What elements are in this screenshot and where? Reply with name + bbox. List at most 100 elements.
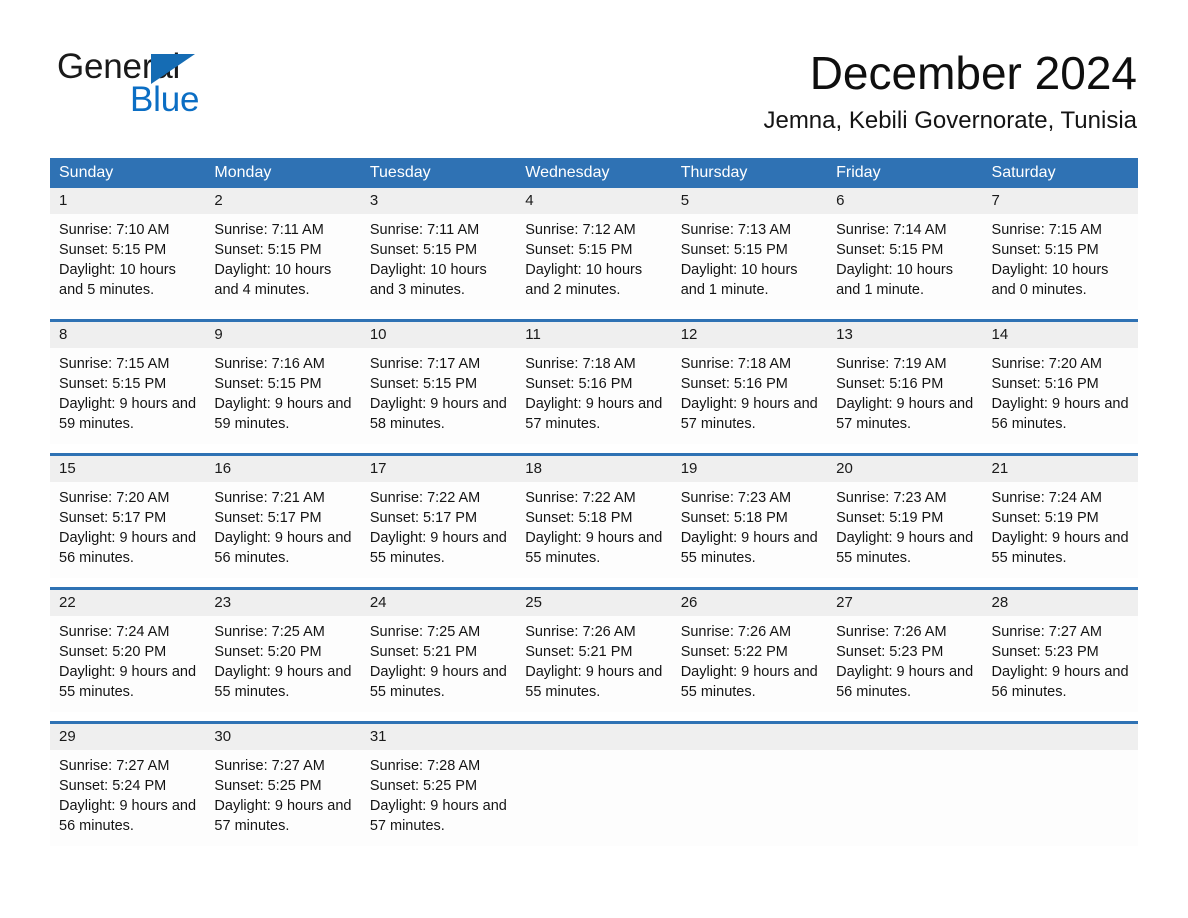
day-number[interactable]: 20 xyxy=(827,456,982,482)
sunrise-text: Sunrise: 7:16 AM xyxy=(214,356,325,372)
day-number[interactable]: 5 xyxy=(672,188,827,214)
sunrise-text: Sunrise: 7:24 AM xyxy=(59,624,170,640)
day-cell[interactable]: Sunrise: 7:24 AM Sunset: 5:19 PM Daylight:… xyxy=(983,482,1138,578)
day-number[interactable]: 29 xyxy=(50,724,205,750)
sunrise-text: Sunrise: 7:15 AM xyxy=(59,356,170,372)
day-number[interactable]: 12 xyxy=(672,322,827,348)
day-cell[interactable]: Sunrise: 7:23 AM Sunset: 5:18 PM Daylight:… xyxy=(672,482,827,578)
daylight-text: Daylight: 9 hours and 55 minutes. xyxy=(525,664,663,700)
sunrise-text: Sunrise: 7:12 AM xyxy=(525,222,636,238)
day-cell[interactable]: Sunrise: 7:25 AM Sunset: 5:21 PM Daylight:… xyxy=(361,616,516,712)
daylight-text: Daylight: 9 hours and 56 minutes. xyxy=(214,530,352,566)
day-cell[interactable]: Sunrise: 7:26 AM Sunset: 5:21 PM Daylight:… xyxy=(516,616,671,712)
weekday-header-friday: Friday xyxy=(836,164,881,181)
daylight-text: Daylight: 9 hours and 57 minutes. xyxy=(525,396,663,432)
day-detail-strip: Sunrise: 7:15 AM Sunset: 5:15 PM Daylight:… xyxy=(50,348,1138,444)
sunset-text: Sunset: 5:15 PM xyxy=(59,242,167,258)
day-number[interactable]: 15 xyxy=(50,456,205,482)
sunrise-text: Sunrise: 7:27 AM xyxy=(991,624,1102,640)
sunset-text: Sunset: 5:17 PM xyxy=(59,510,167,526)
day-number[interactable]: 2 xyxy=(205,188,360,214)
sunrise-text: Sunrise: 7:25 AM xyxy=(214,624,325,640)
day-cell[interactable]: Sunrise: 7:27 AM Sunset: 5:23 PM Daylight:… xyxy=(983,616,1138,712)
daylight-text: Daylight: 9 hours and 56 minutes. xyxy=(991,396,1129,432)
day-cell[interactable]: Sunrise: 7:26 AM Sunset: 5:23 PM Daylight:… xyxy=(827,616,982,712)
daylight-text: Daylight: 10 hours and 1 minute. xyxy=(836,262,953,298)
sunrise-text: Sunrise: 7:22 AM xyxy=(369,490,481,506)
daylight-text: Daylight: 9 hours and 55 minutes. xyxy=(369,530,507,566)
day-cell[interactable]: Sunrise: 7:27 AM Sunset: 5:24 PM Daylight:… xyxy=(50,750,205,846)
day-cell[interactable]: Sunrise: 7:26 AM Sunset: 5:22 PM Daylight:… xyxy=(672,616,827,712)
sunset-text: Sunset: 5:22 PM xyxy=(680,644,788,660)
day-number[interactable]: 4 xyxy=(516,188,671,214)
day-cell[interactable]: Sunrise: 7:14 AM Sunset: 5:15 PM Daylight:… xyxy=(827,214,982,310)
day-cell[interactable]: Sunrise: 7:18 AM Sunset: 5:16 PM Daylight:… xyxy=(672,348,827,444)
weekday-header-saturday: Saturday xyxy=(991,164,1056,181)
day-cell[interactable]: Sunrise: 7:11 AM Sunset: 5:15 PM Daylight:… xyxy=(205,214,360,310)
day-cell[interactable]: Sunrise: 7:22 AM Sunset: 5:18 PM Daylight:… xyxy=(516,482,671,578)
day-number[interactable]: 13 xyxy=(827,322,982,348)
day-number[interactable]: 7 xyxy=(983,188,1138,214)
day-cell[interactable]: Sunrise: 7:12 AM Sunset: 5:15 PM Daylight:… xyxy=(516,214,671,310)
daylight-text: Daylight: 9 hours and 57 minutes. xyxy=(836,396,974,432)
day-number[interactable]: 24 xyxy=(361,590,516,616)
day-number xyxy=(827,724,982,750)
day-cell[interactable]: Sunrise: 7:16 AM Sunset: 5:15 PM Daylight:… xyxy=(205,348,360,444)
day-number[interactable]: 10 xyxy=(361,322,516,348)
day-number[interactable]: 9 xyxy=(205,322,360,348)
day-cell[interactable]: Sunrise: 7:15 AM Sunset: 5:15 PM Daylight:… xyxy=(983,214,1138,310)
day-number[interactable]: 1 xyxy=(50,188,205,214)
day-cell[interactable]: Sunrise: 7:25 AM Sunset: 5:20 PM Daylight:… xyxy=(205,616,360,712)
day-number[interactable]: 11 xyxy=(516,322,671,348)
sunset-text: Sunset: 5:24 PM xyxy=(59,778,167,794)
day-cell[interactable]: Sunrise: 7:15 AM Sunset: 5:15 PM Daylight:… xyxy=(50,348,205,444)
day-cell[interactable]: Sunrise: 7:17 AM Sunset: 5:15 PM Daylight:… xyxy=(361,348,516,444)
day-number[interactable]: 18 xyxy=(516,456,671,482)
day-cell[interactable]: Sunrise: 7:23 AM Sunset: 5:19 PM Daylight:… xyxy=(827,482,982,578)
daylight-text: Daylight: 9 hours and 58 minutes. xyxy=(369,396,507,432)
day-number[interactable]: 31 xyxy=(361,724,516,750)
sunset-text: Sunset: 5:17 PM xyxy=(214,510,322,526)
day-cell[interactable]: Sunrise: 7:13 AM Sunset: 5:15 PM Daylight:… xyxy=(672,214,827,310)
day-cell[interactable]: Sunrise: 7:20 AM Sunset: 5:16 PM Daylight:… xyxy=(983,348,1138,444)
generalblue-logo[interactable]: General Blue xyxy=(57,48,317,120)
page-title: December 2024 xyxy=(809,47,1137,99)
day-cell[interactable]: Sunrise: 7:18 AM Sunset: 5:16 PM Daylight:… xyxy=(516,348,671,444)
sunrise-text: Sunrise: 7:11 AM xyxy=(369,222,480,238)
day-cell[interactable]: Sunrise: 7:28 AM Sunset: 5:25 PM Daylight:… xyxy=(361,750,516,846)
calendar-week-row: 15 16 17 18 19 20 21 Sunrise: 7:20 AM Sunset: 5:… xyxy=(50,453,1138,578)
daylight-text: Daylight: 9 hours and 55 minutes. xyxy=(214,664,352,700)
day-cell[interactable]: Sunrise: 7:21 AM Sunset: 5:17 PM Daylight:… xyxy=(205,482,360,578)
day-number[interactable]: 22 xyxy=(50,590,205,616)
day-cell[interactable]: Sunrise: 7:20 AM Sunset: 5:17 PM Daylight:… xyxy=(50,482,205,578)
day-number[interactable]: 19 xyxy=(672,456,827,482)
daylight-text: Daylight: 9 hours and 55 minutes. xyxy=(525,530,663,566)
day-number[interactable]: 17 xyxy=(361,456,516,482)
day-cell[interactable]: Sunrise: 7:27 AM Sunset: 5:25 PM Daylight:… xyxy=(205,750,360,846)
daylight-text: Daylight: 9 hours and 57 minutes. xyxy=(680,396,818,432)
day-number[interactable]: 23 xyxy=(205,590,360,616)
day-cell[interactable]: Sunrise: 7:24 AM Sunset: 5:20 PM Daylight:… xyxy=(50,616,205,712)
day-number[interactable]: 26 xyxy=(672,590,827,616)
day-cell[interactable]: Sunrise: 7:11 AM Sunset: 5:15 PM Daylight:… xyxy=(361,214,516,310)
sunset-text: Sunset: 5:25 PM xyxy=(369,778,478,794)
sunrise-text: Sunrise: 7:18 AM xyxy=(680,356,792,372)
day-number[interactable]: 6 xyxy=(827,188,982,214)
day-number-strip: 22 23 24 25 26 27 28 xyxy=(50,590,1138,616)
day-number[interactable]: 27 xyxy=(827,590,982,616)
day-cell[interactable]: Sunrise: 7:22 AM Sunset: 5:17 PM Daylight:… xyxy=(361,482,516,578)
day-cell[interactable]: Sunrise: 7:19 AM Sunset: 5:16 PM Daylight:… xyxy=(827,348,982,444)
day-number[interactable]: 16 xyxy=(205,456,360,482)
daylight-text: Daylight: 10 hours and 1 minute. xyxy=(680,262,798,298)
day-number[interactable]: 21 xyxy=(983,456,1138,482)
title-block: December 2024 Jemna, Kebili Governorate,… xyxy=(763,46,1137,136)
day-number[interactable]: 3 xyxy=(361,188,516,214)
day-number[interactable]: 25 xyxy=(516,590,671,616)
day-number[interactable]: 30 xyxy=(205,724,360,750)
weekday-header-wednesday: Wednesday xyxy=(525,164,610,181)
sunset-text: Sunset: 5:18 PM xyxy=(525,510,633,526)
day-cell[interactable]: Sunrise: 7:10 AM Sunset: 5:15 PM Daylight:… xyxy=(50,214,205,310)
day-number[interactable]: 8 xyxy=(50,322,205,348)
day-number[interactable]: 28 xyxy=(983,590,1138,616)
day-number[interactable]: 14 xyxy=(983,322,1138,348)
